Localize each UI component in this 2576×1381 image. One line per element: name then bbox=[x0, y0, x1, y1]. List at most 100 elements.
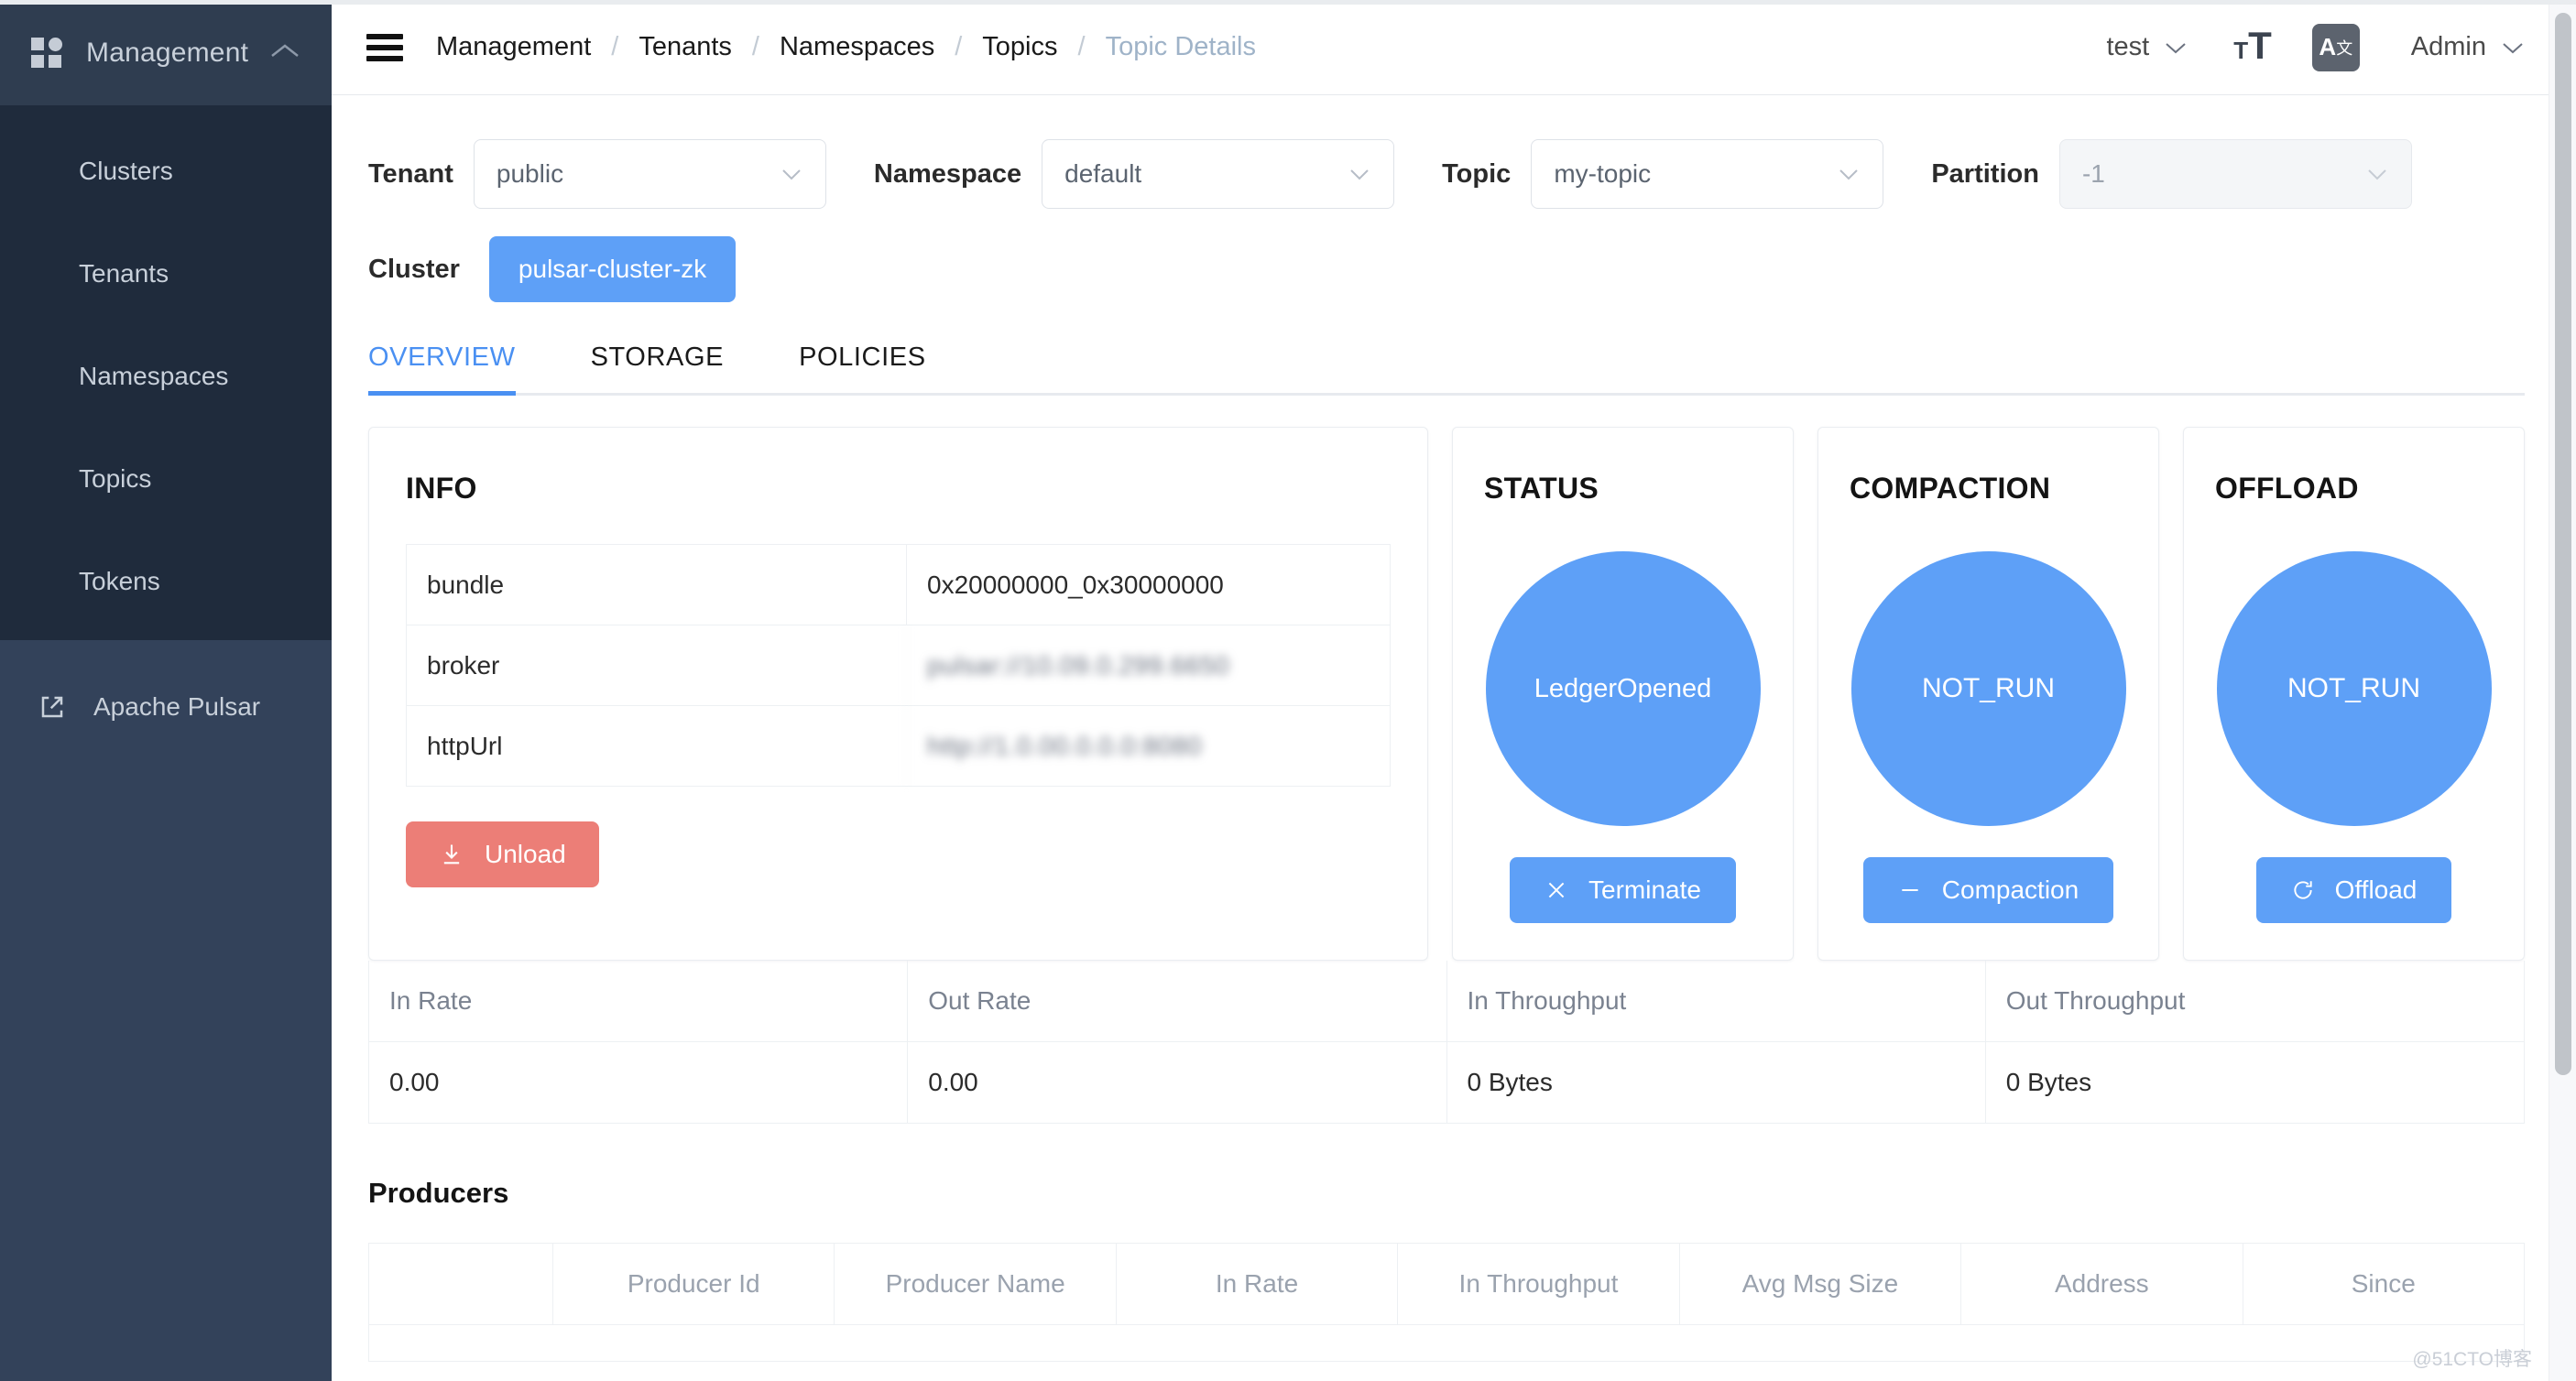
env-selector[interactable]: test bbox=[2107, 32, 2189, 62]
column-header-avg-msg-size: Avg Msg Size bbox=[1678, 1244, 1960, 1324]
scrollbar-thumb[interactable] bbox=[2555, 13, 2571, 1075]
sidebar-item-tokens[interactable]: Tokens bbox=[0, 530, 332, 633]
cell-in-rate: 0.00 bbox=[389, 1068, 440, 1096]
tab-overview[interactable]: OVERVIEW bbox=[368, 343, 516, 396]
column-header-out-rate: Out Rate bbox=[907, 961, 1446, 1041]
sidebar-item-clusters[interactable]: Clusters bbox=[0, 120, 332, 223]
rate-table-header: In Rate Out Rate In Throughput Out Throu… bbox=[369, 961, 2524, 1041]
breadcrumb-item-topics[interactable]: Topics bbox=[982, 32, 1057, 62]
compaction-card: COMPACTION NOT_RUN Compaction bbox=[1817, 427, 2159, 961]
sidebar-filler bbox=[0, 773, 332, 1381]
hamburger-menu-icon[interactable] bbox=[366, 33, 403, 61]
app-root: Management Clusters Tenants Namespaces T… bbox=[0, 0, 2576, 1381]
column-header-producer-name: Producer Name bbox=[834, 1244, 1115, 1324]
breadcrumb-item-tenants[interactable]: Tenants bbox=[639, 32, 732, 62]
column-header-blank bbox=[369, 1244, 552, 1324]
info-key: bundle bbox=[427, 570, 505, 599]
download-icon bbox=[439, 842, 464, 867]
compaction-button[interactable]: Compaction bbox=[1862, 857, 2114, 923]
partition-label: Partition bbox=[1931, 158, 2039, 189]
terminate-button[interactable]: Terminate bbox=[1510, 857, 1736, 923]
refresh-icon bbox=[2291, 878, 2315, 902]
main-content: Management / Tenants / Namespaces / Topi… bbox=[332, 0, 2576, 1381]
sidebar-item-label: Tenants bbox=[79, 259, 169, 288]
column-header-producer-id: Producer Id bbox=[552, 1244, 834, 1324]
font-size-large-glyph: T bbox=[2248, 23, 2272, 67]
offload-button[interactable]: Offload bbox=[2255, 857, 2452, 923]
compaction-status-badge: NOT_RUN bbox=[1850, 551, 2126, 826]
info-key: httpUrl bbox=[427, 731, 503, 760]
user-menu[interactable]: Admin bbox=[2411, 32, 2525, 62]
producers-title: Producers bbox=[368, 1177, 509, 1209]
namespace-value: default bbox=[1064, 159, 1142, 188]
font-size-icon[interactable]: T T bbox=[2233, 23, 2272, 67]
tab-label: POLICIES bbox=[799, 343, 926, 372]
sidebar-item-label: Topics bbox=[79, 464, 152, 493]
breadcrumb-separator: / bbox=[955, 32, 963, 61]
vertical-scrollbar[interactable] bbox=[2549, 0, 2576, 1381]
unload-button[interactable]: Unload bbox=[406, 821, 599, 887]
column-header-out-throughput: Out Throughput bbox=[1984, 961, 2524, 1041]
partition-value: -1 bbox=[2081, 159, 2105, 188]
sidebar-header[interactable]: Management bbox=[0, 0, 332, 105]
column-header-in-rate: In Rate bbox=[389, 986, 473, 1015]
chevron-up-icon[interactable] bbox=[269, 42, 300, 60]
tenant-value: public bbox=[496, 159, 564, 188]
sidebar-item-apache-pulsar[interactable]: Apache Pulsar bbox=[0, 640, 332, 773]
watermark: @51CTO博客 bbox=[2412, 1349, 2532, 1370]
table-row: httpUrl http://1.0.00.0.0.0:8080 bbox=[407, 706, 1390, 787]
offload-card: OFFLOAD NOT_RUN Offload bbox=[2183, 427, 2525, 961]
producers-table: Producer Id Producer Name In Rate In Thr… bbox=[368, 1243, 2525, 1362]
tab-policies[interactable]: POLICIES bbox=[799, 343, 926, 393]
user-menu-label: Admin bbox=[2410, 32, 2486, 61]
chevron-down-icon bbox=[780, 167, 803, 181]
breadcrumb-separator: / bbox=[1077, 32, 1086, 61]
namespace-select[interactable]: default bbox=[1042, 139, 1395, 209]
translate-icon[interactable]: A文 bbox=[2311, 23, 2360, 71]
info-value: pulsar://10.09.0.299.6650 bbox=[906, 625, 1390, 705]
topbar-actions: test T T A文 Admin bbox=[2107, 23, 2526, 71]
breadcrumb: Management / Tenants / Namespaces / Topi… bbox=[436, 32, 1256, 62]
cluster-pill[interactable]: pulsar-cluster-zk bbox=[488, 236, 737, 302]
breadcrumb-separator: / bbox=[611, 32, 619, 61]
sidebar-item-topics[interactable]: Topics bbox=[0, 428, 332, 530]
topic-value: my-topic bbox=[1554, 159, 1652, 188]
namespace-label: Namespace bbox=[873, 158, 1022, 189]
chevron-down-icon bbox=[2365, 167, 2389, 181]
font-size-small-glyph: T bbox=[2233, 36, 2249, 64]
breadcrumb-item-namespaces[interactable]: Namespaces bbox=[780, 32, 934, 62]
sidebar-item-tenants[interactable]: Tenants bbox=[0, 223, 332, 325]
sidebar-item-label: Tokens bbox=[79, 567, 160, 595]
tab-label: STORAGE bbox=[590, 343, 725, 372]
topic-select[interactable]: my-topic bbox=[1531, 139, 1884, 209]
breadcrumb-separator: / bbox=[751, 32, 759, 61]
status-card-title: STATUS bbox=[1484, 472, 1599, 505]
info-card-title: INFO bbox=[406, 472, 477, 505]
producers-table-header: Producer Id Producer Name In Rate In Thr… bbox=[369, 1244, 2524, 1324]
table-row: broker pulsar://10.09.0.299.6650 bbox=[407, 625, 1390, 706]
tab-storage[interactable]: STORAGE bbox=[591, 343, 724, 393]
tenant-label: Tenant bbox=[368, 158, 453, 189]
topic-label: Topic bbox=[1442, 158, 1512, 189]
breadcrumb-item-management[interactable]: Management bbox=[436, 32, 591, 62]
tenant-select[interactable]: public bbox=[473, 139, 826, 209]
grid-logo-icon bbox=[31, 37, 62, 69]
sidebar-item-label: Clusters bbox=[79, 157, 173, 185]
chevron-down-icon bbox=[2164, 40, 2188, 55]
status-badge: LedgerOpened bbox=[1485, 551, 1761, 826]
offload-button-label: Offload bbox=[2334, 875, 2418, 904]
sidebar-item-label: Namespaces bbox=[79, 362, 229, 390]
topbar: Management / Tenants / Namespaces / Topi… bbox=[332, 0, 2576, 95]
table-row: bundle 0x20000000_0x30000000 bbox=[407, 545, 1390, 625]
unload-button-label: Unload bbox=[485, 840, 566, 868]
rate-table: In Rate Out Rate In Throughput Out Throu… bbox=[368, 961, 2525, 1124]
table-row: 0.00 0.00 0 Bytes 0 Bytes bbox=[369, 1041, 2524, 1123]
overview-cards: INFO bundle 0x20000000_0x30000000 broker… bbox=[368, 427, 2525, 961]
filter-row-primary: Tenant public Namespace default Topic my… bbox=[368, 139, 2525, 209]
compaction-card-title: COMPACTION bbox=[1850, 472, 2051, 505]
compaction-button-label: Compaction bbox=[1941, 875, 2079, 904]
sidebar-menu: Clusters Tenants Namespaces Topics Token… bbox=[0, 105, 332, 633]
cluster-label: Cluster bbox=[368, 254, 460, 284]
close-x-icon bbox=[1545, 878, 1568, 902]
sidebar-item-namespaces[interactable]: Namespaces bbox=[0, 325, 332, 428]
